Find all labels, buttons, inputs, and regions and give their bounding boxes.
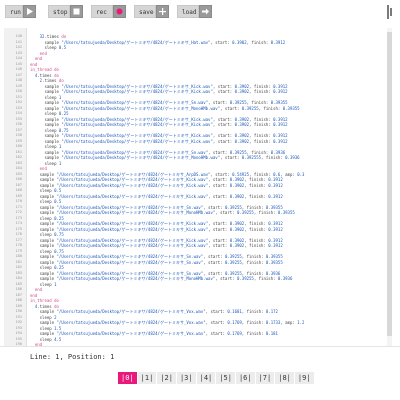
run-label[interactable]: run	[5, 5, 23, 18]
buffer-tab-6[interactable]: |6|	[235, 372, 255, 384]
scrollbar-thumb[interactable]	[387, 32, 392, 336]
code-editor[interactable]: 140 32.times do 141 sample "/Users/tatsuj…	[4, 28, 392, 348]
save-group: save	[134, 5, 169, 18]
rec-label[interactable]: rec	[91, 5, 113, 18]
buffer-tab-4[interactable]: |4|	[196, 372, 216, 384]
buffer-tab-7[interactable]: |7|	[255, 372, 275, 384]
buffer-tab-9[interactable]: |9|	[294, 372, 314, 384]
toolbar: run stop rec save load	[0, 0, 400, 22]
buffer-tab-8[interactable]: |8|	[275, 372, 294, 384]
save-label[interactable]: save	[134, 5, 156, 18]
stop-group: stop	[48, 5, 83, 18]
status-bar: Line: 1, Position: 1	[0, 346, 400, 367]
arrow-right-icon[interactable]	[199, 5, 212, 18]
panel-toggle-icon[interactable]	[384, 4, 394, 19]
load-group: load	[177, 5, 212, 18]
rec-group: rec	[91, 5, 126, 18]
plus-icon[interactable]	[156, 5, 169, 18]
play-icon[interactable]	[23, 5, 36, 18]
buffer-tab-2[interactable]: |2|	[157, 372, 176, 384]
cursor-position: Line: 1, Position: 1	[30, 353, 115, 361]
buffer-tab-5[interactable]: |5|	[216, 372, 235, 384]
load-label[interactable]: load	[177, 5, 199, 18]
buffer-tab-3[interactable]: |3|	[176, 372, 196, 384]
vertical-scrollbar[interactable]	[387, 28, 392, 348]
record-dot-icon[interactable]	[113, 5, 126, 18]
run-group: run	[5, 5, 36, 18]
buffer-tab-1[interactable]: |1|	[137, 372, 157, 384]
stop-label[interactable]: stop	[48, 5, 70, 18]
stop-square-icon[interactable]	[70, 5, 83, 18]
buffer-tabs: |0| |1| |2| |3| |4| |5| |6| |7| |8| |9|	[118, 372, 315, 384]
buffer-tab-0[interactable]: |0|	[118, 372, 137, 384]
